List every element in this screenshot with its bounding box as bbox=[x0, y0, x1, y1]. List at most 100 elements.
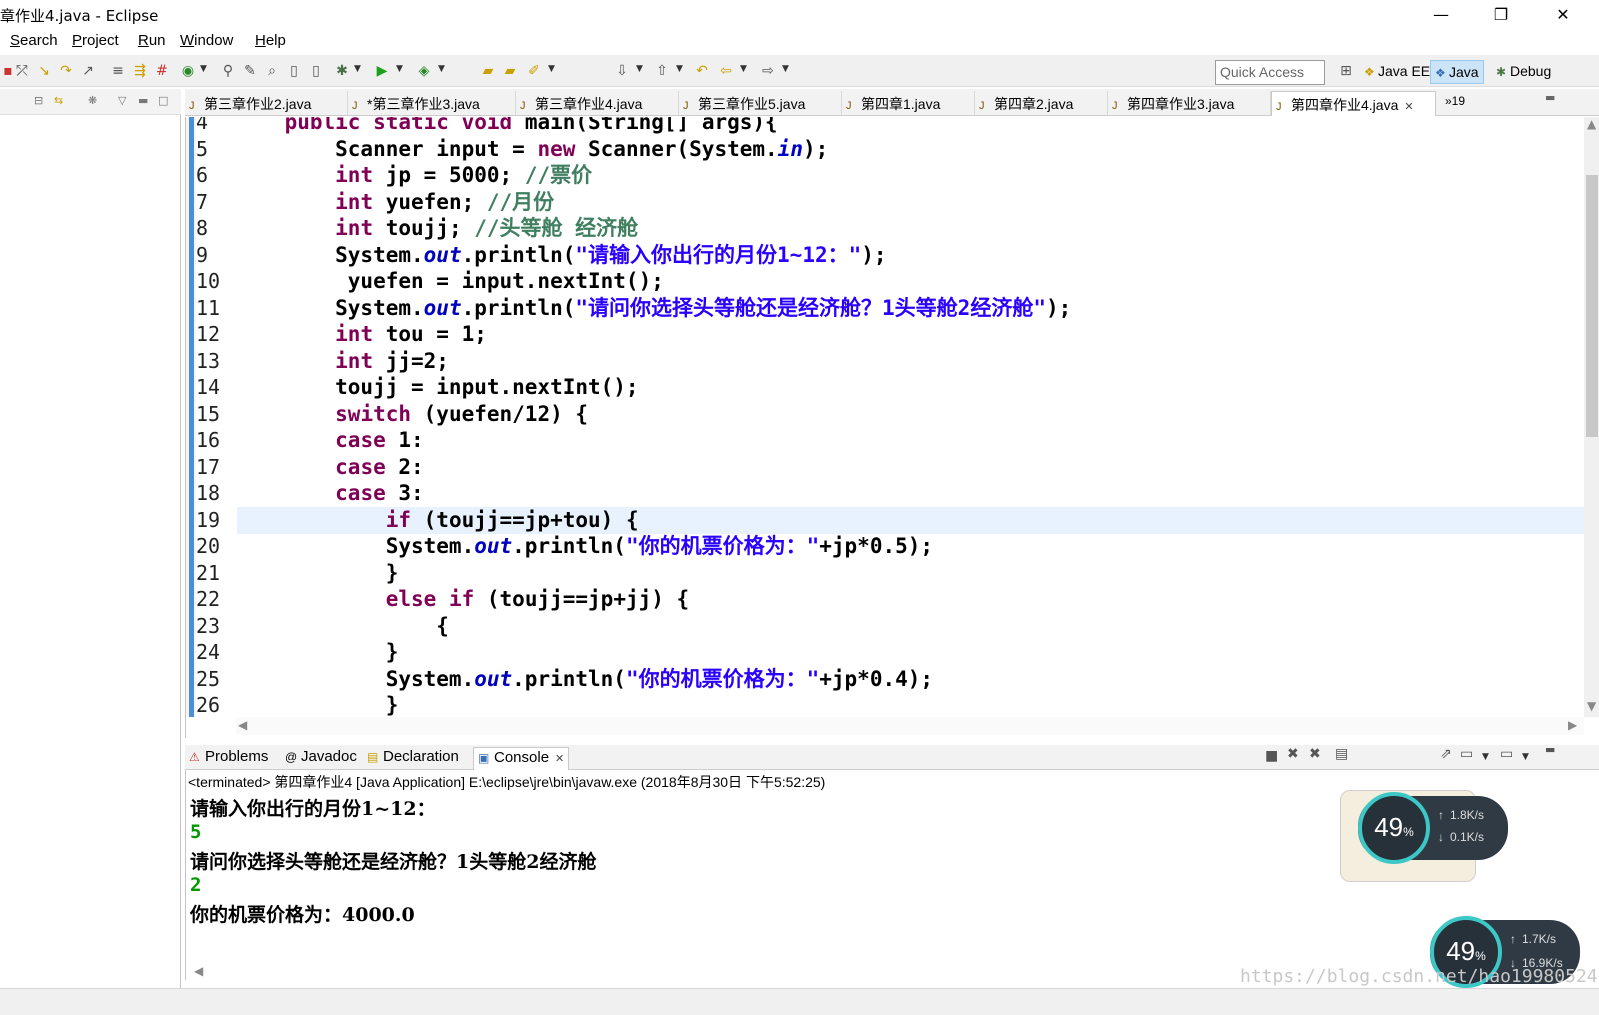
minimize-view-icon[interactable]: ▬ bbox=[1545, 91, 1555, 104]
code-line[interactable]: } bbox=[234, 639, 399, 666]
scroll-left-icon[interactable]: ◀ bbox=[194, 964, 203, 978]
code-line[interactable]: public static void main(String[] args){ bbox=[234, 117, 778, 136]
tab-overflow[interactable]: »19 bbox=[1441, 91, 1481, 116]
tab-file-active[interactable]: J 第四章作业4.java ✕ bbox=[1271, 91, 1436, 116]
code-line[interactable]: int toujj; //头等舱 经济舱 bbox=[234, 215, 638, 242]
code-line[interactable]: int jj=2; bbox=[234, 348, 449, 375]
edit-icon[interactable]: ✎ bbox=[242, 63, 258, 79]
chevron-down-icon[interactable]: ▼ bbox=[354, 64, 361, 74]
step-over-icon[interactable]: ↷ bbox=[58, 63, 74, 79]
menu-search[interactable]: Search bbox=[10, 32, 58, 49]
external-tools-icon[interactable]: ◈ bbox=[416, 63, 432, 79]
tab-file[interactable]: J 第三章作业4.java bbox=[516, 91, 679, 116]
view-menu-icon[interactable]: ▽ bbox=[118, 94, 126, 107]
quick-access-input[interactable]: Quick Access bbox=[1215, 60, 1325, 85]
scroll-left-icon[interactable]: ◀ bbox=[238, 718, 247, 732]
code-line[interactable]: System.out.println("你的机票价格为："+jp*0.4); bbox=[234, 666, 933, 693]
code-line[interactable]: } bbox=[234, 692, 399, 719]
back-icon[interactable]: ⇦ bbox=[718, 63, 734, 79]
horizontal-scrollbar[interactable]: ◀ ▶ bbox=[236, 717, 1584, 735]
perspective-java[interactable]: ❖ Java bbox=[1430, 60, 1484, 84]
code-line[interactable]: { bbox=[234, 613, 449, 640]
chevron-down-icon[interactable]: ▼ bbox=[676, 64, 683, 74]
prev-annotation-icon[interactable]: ⇧ bbox=[654, 63, 670, 79]
close-icon[interactable]: ✕ bbox=[1404, 101, 1413, 113]
tab-file[interactable]: J 第三章作业5.java bbox=[679, 91, 842, 116]
collapse-all-icon[interactable]: ⊟ bbox=[34, 94, 43, 107]
restore-button[interactable]: ❐ bbox=[1478, 0, 1524, 30]
chevron-down-icon[interactable]: ▼ bbox=[200, 64, 207, 74]
remove-launch-icon[interactable]: ✖ bbox=[1287, 746, 1299, 762]
focus-icon[interactable]: ❋ bbox=[88, 94, 97, 107]
run-icon[interactable]: ▶ bbox=[374, 63, 390, 79]
open-task-icon[interactable]: ▰ bbox=[502, 63, 518, 79]
open-folder-icon[interactable]: ▰ bbox=[480, 63, 496, 79]
menu-project[interactable]: Project bbox=[72, 32, 119, 49]
code-editor[interactable]: 4 public static void main(String[] args)… bbox=[185, 117, 1599, 738]
next-annotation-icon[interactable]: ⇩ bbox=[614, 63, 630, 79]
terminate-icon[interactable]: ■ bbox=[1265, 748, 1278, 764]
toggle-block-icon[interactable]: ▯ bbox=[308, 63, 324, 79]
chevron-down-icon[interactable]: ▼ bbox=[1482, 752, 1489, 762]
code-line[interactable]: if (toujj==jp+tou) { bbox=[234, 507, 639, 534]
maximize-view-icon[interactable]: □ bbox=[158, 94, 168, 107]
tab-javadoc[interactable]: @ Javadoc bbox=[281, 747, 361, 770]
minimize-view-icon[interactable]: ▬ bbox=[1545, 743, 1555, 756]
tab-file[interactable]: J 第三章作业2.java bbox=[185, 91, 348, 116]
debug-toolbar-icon[interactable]: # bbox=[154, 63, 170, 79]
menu-run[interactable]: Run bbox=[138, 32, 166, 49]
minimize-button[interactable]: — bbox=[1418, 0, 1464, 30]
code-line[interactable]: Scanner input = new Scanner(System.in); bbox=[234, 136, 828, 163]
pin-console-icon[interactable]: ⇗ bbox=[1440, 746, 1452, 762]
code-line[interactable]: int jp = 5000; //票价 bbox=[234, 162, 592, 189]
code-line[interactable]: case 1: bbox=[234, 427, 424, 454]
new-java-icon[interactable]: ◉ bbox=[180, 63, 196, 79]
chevron-down-icon[interactable]: ▼ bbox=[740, 64, 747, 74]
scroll-thumb[interactable] bbox=[1586, 175, 1598, 437]
drop-to-frame-icon[interactable]: ≡ bbox=[110, 63, 126, 79]
code-line[interactable]: System.out.println("请输入你出行的月份1~12："); bbox=[234, 242, 886, 269]
open-console-icon[interactable]: ▭ bbox=[1500, 746, 1513, 762]
tab-file[interactable]: J 第四章1.java bbox=[842, 91, 975, 116]
step-return-icon[interactable]: ↗ bbox=[80, 63, 96, 79]
vertical-scrollbar[interactable]: ▲ ▼ bbox=[1584, 117, 1599, 717]
step-into-icon[interactable]: ↘ bbox=[36, 63, 52, 79]
link-editor-icon[interactable]: ⇆ bbox=[54, 94, 63, 107]
code-line[interactable]: System.out.println("你的机票价格为："+jp*0.5); bbox=[234, 533, 933, 560]
toggle-mark-icon[interactable]: ▯ bbox=[286, 63, 302, 79]
search-icon[interactable]: ⌕ bbox=[264, 63, 280, 79]
code-line[interactable]: toujj = input.nextInt(); bbox=[234, 374, 638, 401]
scroll-up-icon[interactable]: ▲ bbox=[1587, 117, 1596, 131]
chevron-down-icon[interactable]: ▼ bbox=[548, 64, 555, 74]
code-line[interactable]: yuefen = input.nextInt(); bbox=[234, 268, 664, 295]
net-meter-widget[interactable]: 49% ↑ 1.8K/s ↓ 0.1K/s bbox=[1358, 792, 1508, 864]
perspective-debug[interactable]: ✱ Debug bbox=[1492, 60, 1555, 84]
menu-window[interactable]: Window bbox=[180, 32, 233, 49]
close-icon[interactable]: ✕ bbox=[555, 753, 564, 765]
use-step-filters-icon[interactable]: ⇶ bbox=[132, 63, 148, 79]
open-perspective-icon[interactable]: ⊞ bbox=[1338, 63, 1354, 79]
chevron-down-icon[interactable]: ▼ bbox=[396, 64, 403, 74]
chevron-down-icon[interactable]: ▼ bbox=[782, 64, 789, 74]
code-line[interactable]: case 2: bbox=[234, 454, 424, 481]
pen-icon[interactable]: ✐ bbox=[526, 63, 542, 79]
minimize-view-icon[interactable]: ▬ bbox=[138, 94, 148, 107]
code-line[interactable]: int yuefen; //月份 bbox=[234, 189, 554, 216]
tab-file[interactable]: J 第四章2.java bbox=[975, 91, 1108, 116]
tab-file[interactable]: J *第三章作业3.java bbox=[348, 91, 516, 116]
last-edit-icon[interactable]: ↶ bbox=[694, 63, 710, 79]
open-type-icon[interactable]: ⚲ bbox=[220, 63, 236, 79]
tab-file[interactable]: J 第四章作业3.java bbox=[1108, 91, 1271, 116]
code-line[interactable]: case 3: bbox=[234, 480, 424, 507]
disconnect-icon[interactable]: ⤱ bbox=[14, 63, 30, 79]
code-line[interactable]: switch (yuefen/12) { bbox=[234, 401, 588, 428]
tab-problems[interactable]: ⚠ Problems bbox=[185, 747, 272, 770]
code-line[interactable]: } bbox=[234, 560, 399, 587]
chevron-down-icon[interactable]: ▼ bbox=[438, 64, 445, 74]
chevron-down-icon[interactable]: ▼ bbox=[636, 64, 643, 74]
display-console-icon[interactable]: ▭ bbox=[1460, 746, 1473, 762]
remove-all-icon[interactable]: ✖ bbox=[1309, 746, 1321, 762]
scroll-right-icon[interactable]: ▶ bbox=[1568, 718, 1577, 732]
tab-declaration[interactable]: ▤ Declaration bbox=[363, 747, 463, 770]
tab-console[interactable]: ▣ Console ✕ bbox=[473, 747, 570, 770]
